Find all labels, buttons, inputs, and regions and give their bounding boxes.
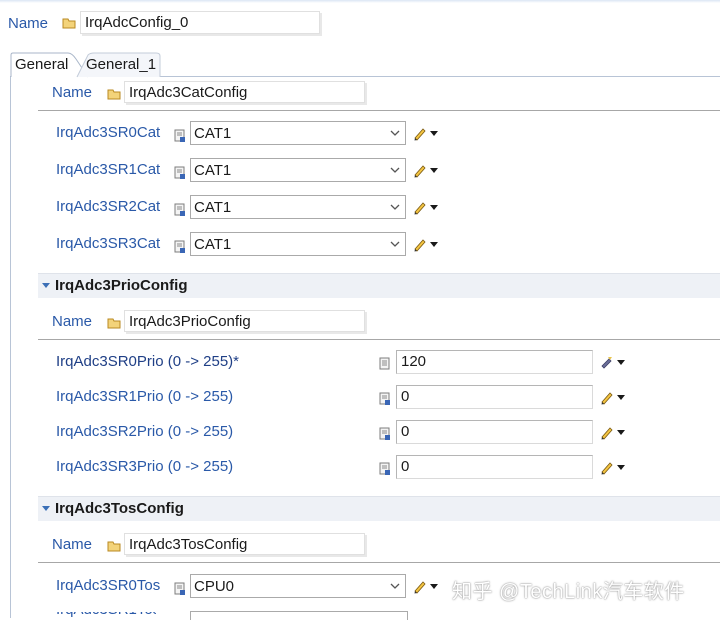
field-type-icon <box>174 582 185 595</box>
row-label: IrqAdc3SR2Prio (0 -> 255) <box>56 423 234 440</box>
prio-name-label: Name <box>52 313 93 330</box>
name-label: Name <box>8 15 49 32</box>
field-type-icon <box>379 392 390 405</box>
separator <box>38 110 720 111</box>
chevron-down-icon[interactable] <box>389 127 401 139</box>
combo-select[interactable]: CAT1 <box>190 232 406 256</box>
combo-value: CAT1 <box>194 199 232 216</box>
folder-icon <box>107 89 121 100</box>
pencil-icon[interactable] <box>413 578 443 594</box>
pencil-icon[interactable] <box>413 236 443 252</box>
tos-name-label: Name <box>52 536 93 553</box>
field-type-icon <box>379 427 390 440</box>
folder-icon <box>107 318 121 329</box>
window-top-edge <box>0 0 720 3</box>
field-type-icon <box>379 462 390 475</box>
name-field[interactable]: IrqAdcConfig_0 <box>80 11 320 34</box>
field-type-icon <box>174 129 185 142</box>
pencil-icon[interactable] <box>413 125 443 141</box>
collapse-icon[interactable] <box>42 506 50 511</box>
row-label: IrqAdc3SR1Prio (0 -> 255) <box>56 388 234 405</box>
prio-section-title: IrqAdc3PrioConfig <box>55 277 188 294</box>
pencil-icon[interactable] <box>600 459 630 475</box>
separator <box>38 562 720 563</box>
field-type-icon <box>174 166 185 179</box>
row-label: IrqAdc3SR0Tos <box>56 577 161 594</box>
tos-section-header[interactable]: IrqAdc3TosConfig <box>38 496 720 521</box>
field-type-icon <box>174 240 185 253</box>
folder-icon <box>107 541 121 552</box>
row-label: IrqAdc3SR2Cat <box>56 198 161 215</box>
combo-value: CAT1 <box>194 162 232 179</box>
cat-name-label: Name <box>52 84 93 101</box>
combo-select[interactable]: CPU0 <box>190 574 406 598</box>
folder-icon <box>62 18 76 29</box>
cat-name-field[interactable]: IrqAdc3CatConfig <box>124 81 365 103</box>
tab-general-1[interactable]: General_1 <box>81 53 156 77</box>
tos-name-field[interactable]: IrqAdc3TosConfig <box>124 533 365 555</box>
combo-partial[interactable] <box>190 611 408 620</box>
prio-section-header[interactable]: IrqAdc3PrioConfig <box>38 273 720 298</box>
number-input[interactable]: 120 <box>396 350 593 374</box>
watermark: 知乎 @TechLink汽车软件 <box>452 581 685 603</box>
row-label: IrqAdc3SR0Cat <box>56 124 161 141</box>
chevron-down-icon[interactable] <box>389 238 401 250</box>
chevron-down-icon[interactable] <box>389 164 401 176</box>
combo-select[interactable]: CAT1 <box>190 158 406 182</box>
combo-value: CPU0 <box>194 578 235 595</box>
row-label: IrqAdc3SR3Cat <box>56 235 161 252</box>
tos-section-title: IrqAdc3TosConfig <box>55 500 184 517</box>
number-input[interactable]: 0 <box>396 455 593 479</box>
number-input[interactable]: 0 <box>396 420 593 444</box>
row-label: IrqAdc3SR0Prio (0 -> 255)* <box>56 353 240 370</box>
collapse-icon[interactable] <box>42 283 50 288</box>
calculated-edit-icon[interactable] <box>600 354 630 370</box>
tab-general[interactable]: General <box>10 53 68 77</box>
field-type-icon <box>174 203 185 216</box>
row-label: IrqAdc3SR3Prio (0 -> 255) <box>56 458 234 475</box>
combo-select[interactable]: CAT1 <box>190 195 406 219</box>
pencil-icon[interactable] <box>600 389 630 405</box>
field-type-icon <box>379 357 390 370</box>
separator <box>38 339 720 340</box>
combo-value: CAT1 <box>194 236 232 253</box>
pencil-icon[interactable] <box>413 162 443 178</box>
combo-select[interactable]: CAT1 <box>190 121 406 145</box>
chevron-down-icon[interactable] <box>389 201 401 213</box>
pencil-icon[interactable] <box>600 424 630 440</box>
number-input[interactable]: 0 <box>396 385 593 409</box>
pencil-icon[interactable] <box>413 199 443 215</box>
tab-bar: General General_1 <box>10 51 720 78</box>
combo-value: CAT1 <box>194 125 232 142</box>
partial-row-label: IrqAdc3SR1Tos <box>56 612 156 617</box>
prio-name-field[interactable]: IrqAdc3PrioConfig <box>124 310 365 332</box>
chevron-down-icon[interactable] <box>389 580 401 592</box>
row-label: IrqAdc3SR1Cat <box>56 161 161 178</box>
